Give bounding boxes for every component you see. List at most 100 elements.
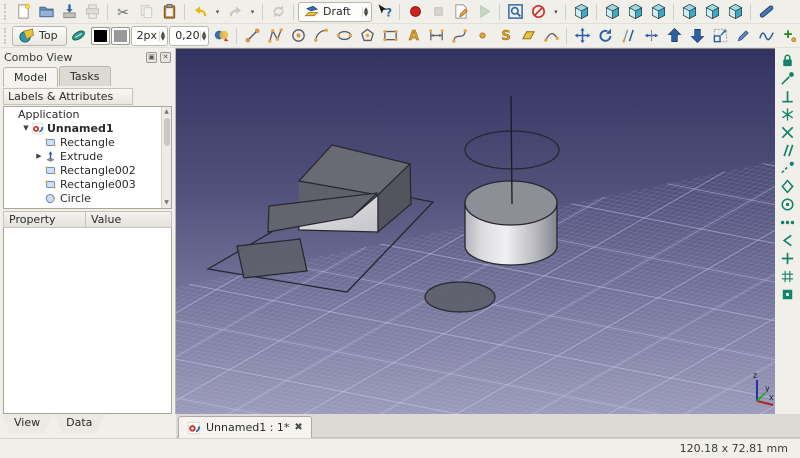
tab-model[interactable]: Model — [3, 67, 58, 87]
tree-item-circle[interactable]: Circle — [4, 191, 171, 205]
snap-working-plane-button[interactable] — [778, 286, 798, 303]
print-button[interactable] — [81, 2, 103, 22]
draft-trimex-button[interactable] — [640, 26, 662, 46]
snap-parallel-button[interactable] — [778, 142, 798, 159]
3d-viewport[interactable]: z y x — [176, 48, 775, 414]
toolbar-standard: ✂ ▾ ▾ Draft▲▼ ▾ — [0, 0, 800, 24]
draft-facebinder-button[interactable] — [517, 26, 539, 46]
face-color-swatch[interactable] — [111, 27, 130, 45]
fit-all-button[interactable] — [504, 2, 526, 22]
draft-rotate-button[interactable] — [594, 26, 616, 46]
macro-stop-button[interactable] — [427, 2, 449, 22]
draft-move-button[interactable] — [571, 26, 593, 46]
property-editor[interactable] — [3, 228, 172, 414]
draft-wire-to-bspline-button[interactable] — [755, 26, 777, 46]
draft-offset-button[interactable] — [617, 26, 639, 46]
working-plane-button[interactable]: Top — [12, 26, 67, 46]
view-bottom-button[interactable] — [701, 2, 723, 22]
redo-button[interactable] — [224, 2, 246, 22]
construction-mode-button[interactable] — [68, 26, 90, 46]
tree-item-extrude[interactable]: ▶Extrude — [4, 149, 171, 163]
draft-text-button[interactable] — [402, 26, 424, 46]
draft-point-button[interactable] — [471, 26, 493, 46]
draft-rectangle-button[interactable] — [379, 26, 401, 46]
snap-grid-button[interactable] — [778, 268, 798, 285]
model-tree: Application▼Unnamed1Rectangle▶ExtrudeRec… — [3, 106, 172, 209]
dimension-readout: 120.18 x 72.81 mm — [680, 442, 788, 455]
redo-dropdown[interactable]: ▾ — [247, 2, 258, 22]
draft-edit-button[interactable] — [732, 26, 754, 46]
paste-button[interactable] — [158, 2, 180, 22]
snap-near-button[interactable] — [778, 232, 798, 249]
draft-wire-button[interactable] — [264, 26, 286, 46]
view-top-button[interactable] — [624, 2, 646, 22]
draft-circle-button[interactable] — [287, 26, 309, 46]
open-file-button[interactable] — [35, 2, 57, 22]
snap-lock-button[interactable] — [778, 52, 798, 69]
tree-item-document[interactable]: ▼Unnamed1 — [4, 121, 171, 135]
measure-distance-button[interactable] — [755, 2, 777, 22]
text-scale-spinner[interactable]: 0,20▲▼ — [169, 26, 209, 46]
tree-item-rectangle[interactable]: Rectangle — [4, 135, 171, 149]
snap-angle-button[interactable] — [778, 106, 798, 123]
panel-close-icon[interactable]: ✕ — [160, 52, 171, 63]
tab-view[interactable]: View — [2, 414, 52, 433]
save-button[interactable] — [58, 2, 80, 22]
new-file-button[interactable] — [12, 2, 34, 22]
view-right-button[interactable] — [647, 2, 669, 22]
refresh-button[interactable] — [267, 2, 289, 22]
macro-edit-button[interactable] — [450, 2, 472, 22]
macro-play-button[interactable] — [473, 2, 495, 22]
snap-perpendicular-button[interactable] — [778, 88, 798, 105]
workbench-selector[interactable]: Draft▲▼ — [298, 2, 372, 22]
draft-upgrade-button[interactable] — [663, 26, 685, 46]
panel-float-icon[interactable]: ▣ — [146, 52, 157, 63]
draft-dimension-button[interactable] — [425, 26, 447, 46]
draft-ellipse-button[interactable] — [333, 26, 355, 46]
view-axonometric-button[interactable] — [570, 2, 592, 22]
whats-this-button[interactable] — [373, 2, 395, 22]
draft-downgrade-button[interactable] — [686, 26, 708, 46]
draft-add-point-button[interactable] — [778, 26, 800, 46]
draw-style-dropdown[interactable]: ▾ — [550, 2, 561, 22]
tab-close-icon[interactable]: ✖ — [294, 422, 302, 433]
cut-button[interactable]: ✂ — [112, 2, 134, 22]
undo-dropdown[interactable]: ▾ — [212, 2, 223, 22]
snap-extension-button[interactable] — [778, 160, 798, 177]
rectangle003-face[interactable] — [237, 239, 307, 278]
tree-item-rectangle003[interactable]: Rectangle003 — [4, 177, 171, 191]
tree-item-application[interactable]: Application — [4, 107, 171, 121]
cylinder[interactable] — [465, 181, 557, 265]
circle-face[interactable] — [425, 282, 495, 312]
draft-scale-button[interactable] — [709, 26, 731, 46]
view-front-button[interactable] — [601, 2, 623, 22]
macro-record-button[interactable] — [404, 2, 426, 22]
undo-button[interactable] — [189, 2, 211, 22]
tree-item-rectangle002[interactable]: Rectangle002 — [4, 163, 171, 177]
snap-dimensions-button[interactable] — [778, 214, 798, 231]
snap-endpoint-button[interactable] — [778, 70, 798, 87]
draw-style-button[interactable] — [527, 2, 549, 22]
snap-special-button[interactable] — [778, 178, 798, 195]
copy-button[interactable] — [135, 2, 157, 22]
line-color-swatch[interactable] — [91, 27, 110, 45]
snap-intersection-button[interactable] — [778, 124, 798, 141]
autogroup-button[interactable] — [210, 26, 232, 46]
document-tab[interactable]: Unnamed1 : 1* ✖ — [178, 416, 312, 438]
draft-line-button[interactable] — [241, 26, 263, 46]
line-width-spinner[interactable]: 2px▲▼ — [131, 26, 169, 46]
tab-tasks[interactable]: Tasks — [59, 66, 110, 86]
draft-bspline-button[interactable] — [448, 26, 470, 46]
document-tab-label: Unnamed1 : 1* — [206, 421, 289, 434]
snap-ortho-button[interactable] — [778, 250, 798, 267]
snap-center-button[interactable] — [778, 196, 798, 213]
draft-shapestring-button[interactable] — [494, 26, 516, 46]
tree-scrollbar[interactable]: ▲▼ — [161, 107, 171, 208]
draft-arc-button[interactable] — [310, 26, 332, 46]
draft-polygon-button[interactable] — [356, 26, 378, 46]
tab-data[interactable]: Data — [54, 414, 104, 433]
draft-bezier-button[interactable] — [540, 26, 562, 46]
view-rear-button[interactable] — [678, 2, 700, 22]
view-left-button[interactable] — [724, 2, 746, 22]
extrude-box[interactable] — [268, 145, 411, 232]
